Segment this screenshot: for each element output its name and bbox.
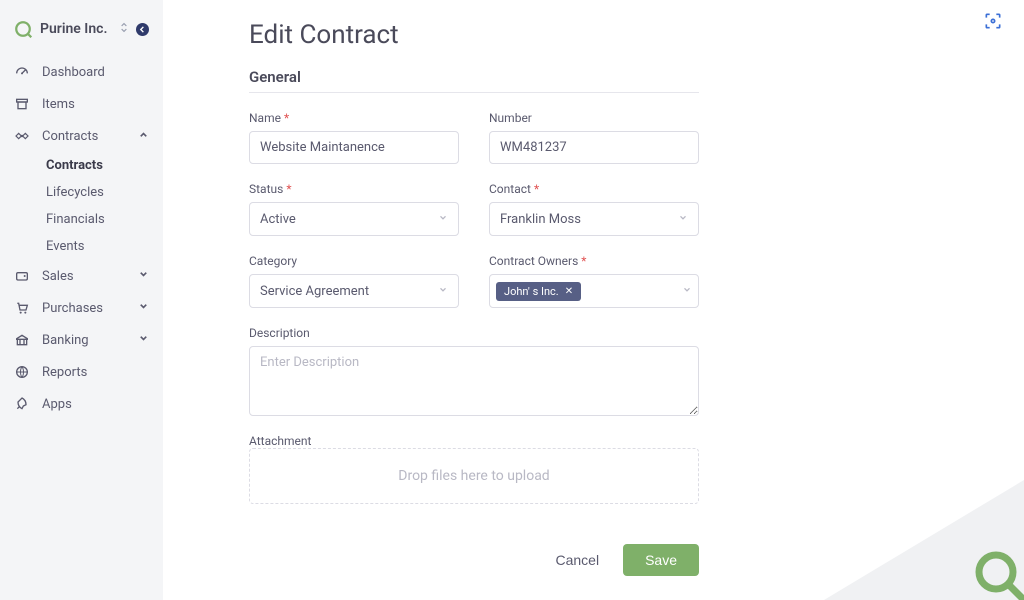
nav-label: Dashboard	[42, 65, 149, 80]
nav-label: Items	[42, 97, 149, 112]
collapse-sidebar-icon[interactable]	[136, 23, 149, 36]
select-contact[interactable]: Franklin Moss	[489, 202, 699, 236]
form-general: Name* Number Status* Active Contact* Fra…	[249, 111, 699, 448]
nav-label: Reports	[42, 365, 149, 380]
nav-reports[interactable]: Reports	[0, 356, 163, 388]
chevron-up-icon	[138, 129, 149, 143]
select-category-value: Service Agreement	[260, 284, 369, 299]
page-title: Edit Contract	[249, 20, 984, 50]
globe-icon	[14, 364, 30, 380]
section-general-title: General	[249, 68, 699, 93]
chip-label: John' s Inc.	[504, 285, 559, 298]
nav-contracts[interactable]: Contracts	[0, 120, 163, 152]
label-contact: Contact*	[489, 182, 699, 196]
attachment-dropzone[interactable]: Drop files here to upload	[249, 448, 699, 504]
dropzone-text: Drop files here to upload	[398, 468, 549, 484]
nav-label: Sales	[42, 269, 126, 284]
nav-label: Banking	[42, 333, 126, 348]
label-owners: Contract Owners*	[489, 254, 699, 268]
field-status: Status* Active	[249, 182, 459, 236]
nav-purchases[interactable]: Purchases	[0, 292, 163, 324]
select-contact-value: Franklin Moss	[500, 212, 581, 227]
label-status: Status*	[249, 182, 459, 196]
nav-sales[interactable]: Sales	[0, 260, 163, 292]
gauge-icon	[14, 64, 30, 80]
field-category: Category Service Agreement	[249, 254, 459, 308]
label-description: Description	[249, 326, 699, 340]
main-content: Edit Contract General Name* Number Statu…	[163, 0, 1024, 600]
nav-label: Apps	[42, 397, 149, 412]
nav-label: Contracts	[42, 129, 126, 144]
select-status[interactable]: Active	[249, 202, 459, 236]
subnav-lifecycles[interactable]: Lifecycles	[32, 179, 163, 206]
org-switcher[interactable]: Purine Inc.	[0, 20, 163, 56]
nav-apps[interactable]: Apps	[0, 388, 163, 420]
bank-icon	[14, 332, 30, 348]
nav-banking[interactable]: Banking	[0, 324, 163, 356]
org-name: Purine Inc.	[40, 21, 112, 37]
chevron-down-icon	[678, 213, 688, 226]
form-actions: Cancel Save	[249, 544, 699, 576]
nav-items[interactable]: Items	[0, 88, 163, 120]
multiselect-owners[interactable]: John' s Inc. ✕	[489, 274, 699, 308]
textarea-description[interactable]	[249, 346, 699, 416]
nav-label: Purchases	[42, 301, 126, 316]
handshake-icon	[14, 128, 30, 144]
subnav-contracts[interactable]: Contracts	[32, 152, 163, 179]
chevron-down-icon	[138, 301, 149, 315]
subnav-financials[interactable]: Financials	[32, 206, 163, 233]
app-logo-icon	[14, 20, 32, 38]
chevron-down-icon	[682, 285, 692, 298]
updown-icon	[120, 22, 128, 36]
label-category: Category	[249, 254, 459, 268]
scan-icon[interactable]	[982, 10, 1004, 32]
field-number: Number	[489, 111, 699, 164]
field-name: Name*	[249, 111, 459, 164]
field-owners: Contract Owners* John' s Inc. ✕	[489, 254, 699, 308]
nav-contracts-submenu: Contracts Lifecycles Financials Events	[0, 152, 163, 260]
chevron-down-icon	[138, 333, 149, 347]
field-attachment: Attachment	[249, 434, 699, 448]
cancel-button[interactable]: Cancel	[555, 552, 599, 568]
sidebar: Purine Inc. Dashboard Items Contracts Co…	[0, 0, 163, 600]
chevron-down-icon	[438, 285, 448, 298]
chip-remove-icon[interactable]: ✕	[565, 286, 573, 297]
subnav-events[interactable]: Events	[32, 233, 163, 260]
rocket-icon	[14, 396, 30, 412]
input-number[interactable]	[489, 131, 699, 164]
input-name[interactable]	[249, 131, 459, 164]
field-description: Description	[249, 326, 699, 416]
chip-owner: John' s Inc. ✕	[496, 282, 581, 301]
chevron-down-icon	[438, 213, 448, 226]
label-number: Number	[489, 111, 699, 125]
nav-dashboard[interactable]: Dashboard	[0, 56, 163, 88]
label-name: Name*	[249, 111, 459, 125]
field-contact: Contact* Franklin Moss	[489, 182, 699, 236]
select-status-value: Active	[260, 212, 296, 227]
cart-icon	[14, 300, 30, 316]
label-attachment: Attachment	[249, 434, 699, 448]
chevron-down-icon	[138, 269, 149, 283]
select-category[interactable]: Service Agreement	[249, 274, 459, 308]
archive-icon	[14, 96, 30, 112]
save-button[interactable]: Save	[623, 544, 699, 576]
wallet-icon	[14, 268, 30, 284]
